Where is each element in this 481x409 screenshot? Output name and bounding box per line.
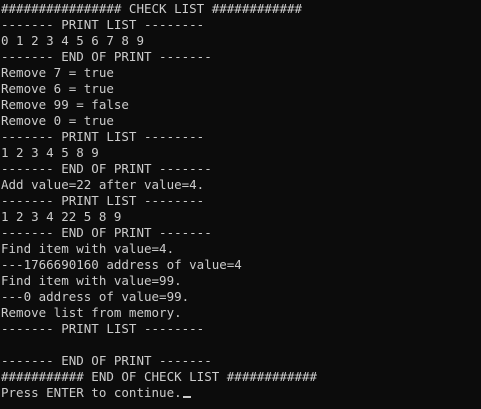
console-line: ---1766690160 address of value=4 bbox=[1, 257, 242, 272]
console-line: Remove 6 = true bbox=[1, 81, 114, 96]
text-cursor bbox=[182, 396, 191, 398]
console-line: ------- PRINT LIST -------- bbox=[1, 193, 205, 208]
console-line: Find item with value=99. bbox=[1, 273, 182, 288]
console-line: Remove 7 = true bbox=[1, 65, 114, 80]
console-prompt-text: Press ENTER to continue. bbox=[1, 385, 182, 400]
console-window[interactable]: ################ CHECK LIST ############… bbox=[0, 0, 481, 409]
console-line: ------- PRINT LIST -------- bbox=[1, 17, 205, 32]
console-prompt-line[interactable]: Press ENTER to continue. bbox=[1, 385, 317, 401]
console-output: ################ CHECK LIST ############… bbox=[1, 1, 317, 401]
console-line: ------- END OF PRINT ------- bbox=[1, 225, 212, 240]
console-line: ------- PRINT LIST -------- bbox=[1, 321, 205, 336]
console-line: 1 2 3 4 5 8 9 bbox=[1, 145, 99, 160]
console-line: ------- END OF PRINT ------- bbox=[1, 49, 212, 64]
console-line: ---0 address of value=99. bbox=[1, 289, 190, 304]
console-line: ########### END OF CHECK LIST ##########… bbox=[1, 369, 318, 384]
console-line: Add value=22 after value=4. bbox=[1, 177, 205, 192]
console-line: 0 1 2 3 4 5 6 7 8 9 bbox=[1, 33, 144, 48]
console-line: ################ CHECK LIST ############ bbox=[1, 1, 303, 16]
console-line: Remove 99 = false bbox=[1, 97, 129, 112]
console-line: ------- END OF PRINT ------- bbox=[1, 161, 212, 176]
console-line: Remove 0 = true bbox=[1, 113, 114, 128]
console-line: ------- PRINT LIST -------- bbox=[1, 129, 205, 144]
console-line: Remove list from memory. bbox=[1, 305, 182, 320]
console-line: 1 2 3 4 22 5 8 9 bbox=[1, 209, 122, 224]
console-line: Find item with value=4. bbox=[1, 241, 175, 256]
console-line: ------- END OF PRINT ------- bbox=[1, 353, 212, 368]
